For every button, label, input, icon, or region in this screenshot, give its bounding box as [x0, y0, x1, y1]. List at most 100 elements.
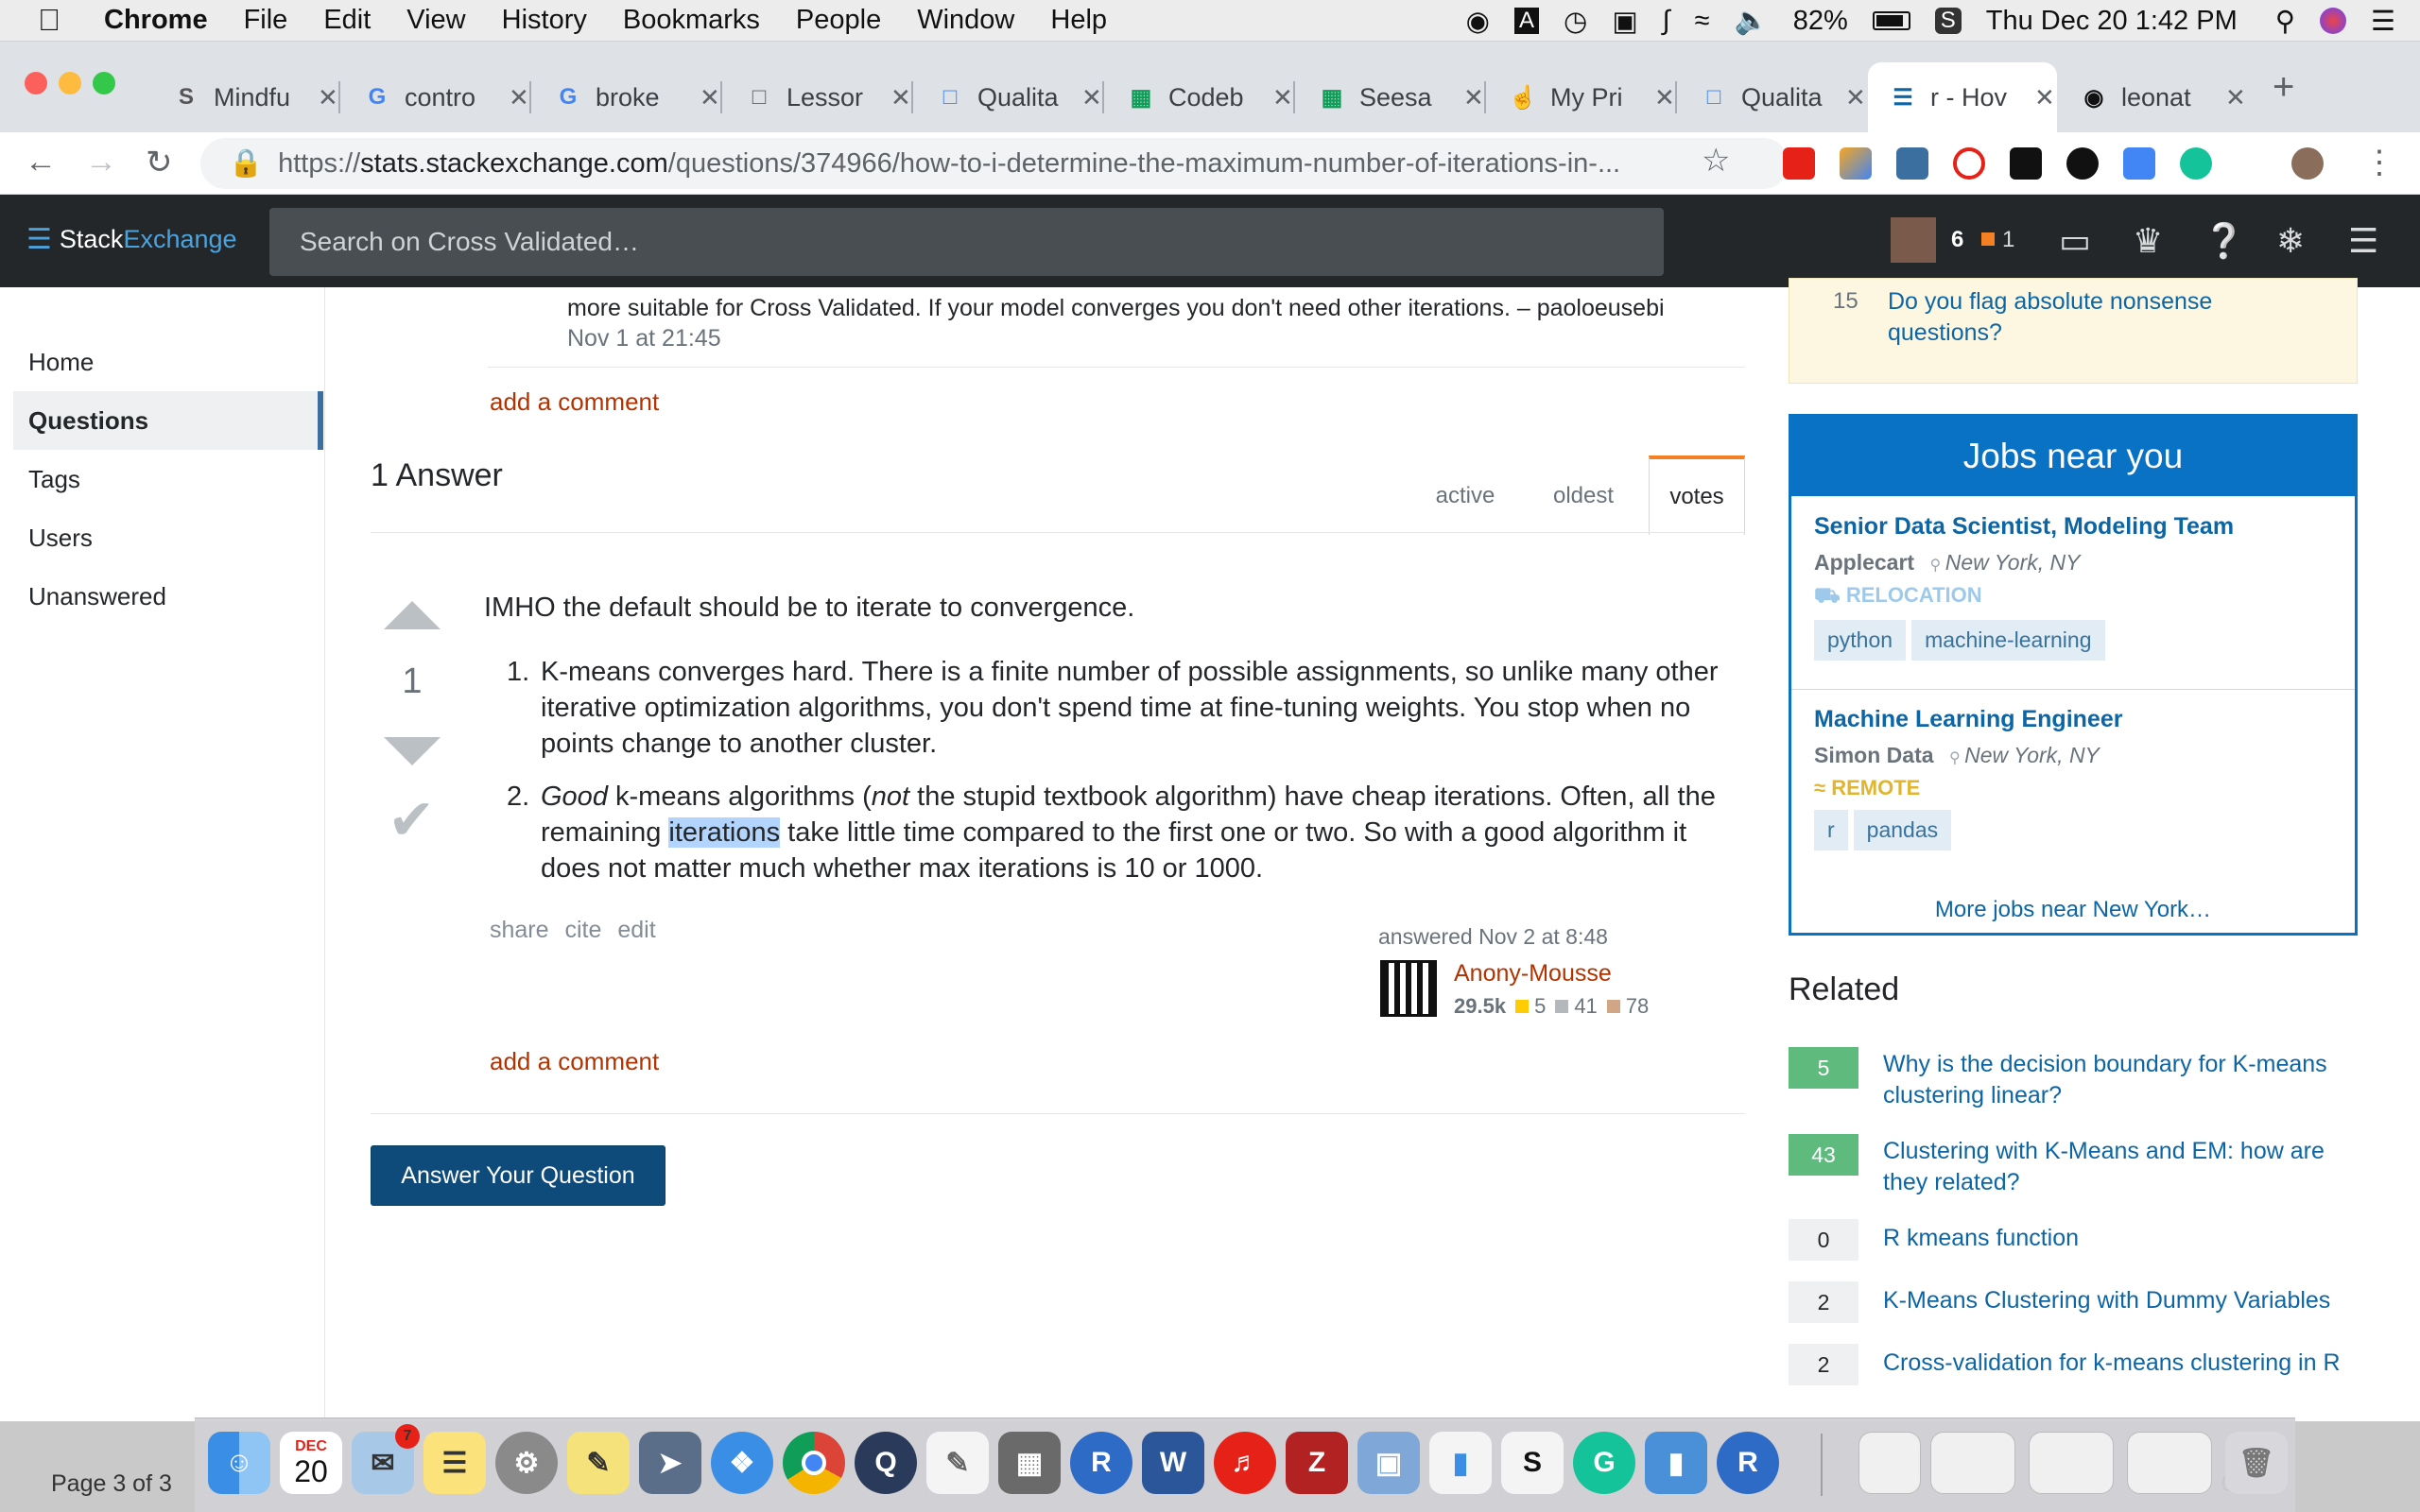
- rstudio-icon[interactable]: R: [1717, 1432, 1779, 1494]
- answer-add-comment-link[interactable]: add a comment: [490, 1047, 659, 1076]
- system-preferences-icon[interactable]: ⚙: [495, 1432, 558, 1494]
- tab-close-icon[interactable]: ✕: [1272, 83, 1293, 112]
- menu-bookmarks[interactable]: Bookmarks: [623, 5, 760, 36]
- related-link[interactable]: Clustering with K-Means and EM: how are …: [1883, 1136, 2375, 1198]
- tab-close-icon[interactable]: ✕: [890, 83, 911, 112]
- menu-people[interactable]: People: [796, 5, 881, 36]
- bookmark-star-icon[interactable]: ☆: [1702, 142, 1730, 180]
- siri-icon[interactable]: [2320, 8, 2346, 34]
- sort-tab-votes[interactable]: votes: [1649, 455, 1745, 535]
- safari-icon[interactable]: ❖: [711, 1432, 773, 1494]
- related-item[interactable]: 2 Cross-validation for k-means clusterin…: [1789, 1344, 2375, 1385]
- zoom-window-button[interactable]: [93, 72, 115, 94]
- stackexchange-logo[interactable]: ☰ Stack Exchange: [26, 223, 237, 256]
- numbers-chart-icon[interactable]: ▮: [1429, 1432, 1492, 1494]
- preview-icon[interactable]: ▣: [1357, 1432, 1420, 1494]
- docs-extension-icon[interactable]: [2123, 147, 2155, 180]
- grammarly-icon[interactable]: [2180, 147, 2212, 180]
- tab-8[interactable]: ☝ My Pri ✕: [1488, 62, 1677, 132]
- related-item[interactable]: 0 R kmeans function: [1789, 1219, 2375, 1261]
- menu-window[interactable]: Window: [917, 5, 1014, 36]
- related-item[interactable]: 5 Why is the decision boundary for K-mea…: [1789, 1047, 2375, 1113]
- meta-question-link[interactable]: Do you flag absolute nonsense questions?: [1888, 286, 2285, 349]
- review-queue-icon[interactable]: ❄: [2276, 221, 2305, 261]
- tab-close-icon[interactable]: ✕: [1463, 83, 1484, 112]
- related-item[interactable]: 43 Clustering with K-Means and EM: how a…: [1789, 1134, 2375, 1200]
- tab-close-icon[interactable]: ✕: [1845, 83, 1866, 112]
- new-tab-button[interactable]: +: [2273, 66, 2294, 109]
- youtube-extension-icon[interactable]: [1783, 147, 1815, 180]
- apple-icon[interactable]: : [38, 3, 60, 38]
- job-title-link[interactable]: Senior Data Scientist, Modeling Team: [1814, 513, 2343, 541]
- quicktime-icon[interactable]: Q: [855, 1432, 917, 1494]
- nav-tags[interactable]: Tags: [13, 450, 323, 508]
- back-arrow-icon[interactable]: ←: [25, 144, 57, 180]
- status-app-icon[interactable]: ▣: [1612, 5, 1637, 38]
- edit-link[interactable]: edit: [617, 917, 655, 943]
- tab-close-icon[interactable]: ✕: [1081, 83, 1102, 112]
- r-app-icon[interactable]: R: [1070, 1432, 1132, 1494]
- minimized-window-thumbnail[interactable]: [1858, 1432, 1921, 1494]
- extension-icon[interactable]: [1953, 147, 1985, 180]
- sort-tab-oldest[interactable]: oldest: [1531, 465, 1635, 527]
- comment-date[interactable]: Nov 1 at 21:45: [567, 325, 721, 352]
- nav-questions[interactable]: Questions: [13, 391, 323, 450]
- status-camera-icon[interactable]: ◉: [1466, 5, 1490, 38]
- volume-icon[interactable]: 🔈: [1735, 5, 1769, 37]
- trash-icon[interactable]: 🗑: [2225, 1432, 2288, 1494]
- site-switcher-icon[interactable]: ☰: [2348, 221, 2378, 261]
- nav-users[interactable]: Users: [13, 508, 323, 567]
- status-timemachine-icon[interactable]: ◷: [1564, 5, 1587, 38]
- minimized-window-thumbnail[interactable]: [2127, 1432, 2212, 1494]
- calculator-icon[interactable]: ▦: [998, 1432, 1061, 1494]
- tab-close-icon[interactable]: ✕: [2225, 83, 2246, 112]
- tab-close-icon[interactable]: ✕: [1654, 83, 1675, 112]
- tab-9[interactable]: □ Qualita ✕: [1679, 62, 1868, 132]
- battery-icon[interactable]: [1872, 11, 1910, 30]
- finder-icon[interactable]: ☺: [208, 1432, 270, 1494]
- extension-icon[interactable]: [1896, 147, 1928, 180]
- related-link[interactable]: Why is the decision boundary for K-means…: [1883, 1049, 2375, 1111]
- word-icon[interactable]: W: [1142, 1432, 1204, 1494]
- nav-unanswered[interactable]: Unanswered: [13, 567, 323, 626]
- address-bar[interactable]: 🔒 https://stats.stackexchange.com/questi…: [200, 138, 1789, 189]
- chrome-icon[interactable]: [783, 1432, 845, 1494]
- minimized-window-thumbnail[interactable]: [2029, 1432, 2114, 1494]
- tab-5[interactable]: □ Qualita ✕: [915, 62, 1104, 132]
- stickies-icon[interactable]: ✎: [567, 1432, 630, 1494]
- tab-4[interactable]: □ Lessor ✕: [724, 62, 913, 132]
- zotero-icon[interactable]: Z: [1286, 1432, 1348, 1494]
- keynote-icon[interactable]: ▮: [1645, 1432, 1707, 1494]
- tab-close-icon[interactable]: ✕: [318, 83, 338, 112]
- upvote-arrow-icon[interactable]: [384, 601, 441, 629]
- wifi-icon[interactable]: ≈: [1695, 6, 1710, 37]
- bluetooth-icon[interactable]: ∫: [1663, 6, 1670, 37]
- menu-app-name[interactable]: Chrome: [104, 5, 208, 36]
- tab-2[interactable]: Gcontro ✕: [342, 62, 531, 132]
- tab-close-icon[interactable]: ✕: [700, 83, 720, 112]
- calendar-icon[interactable]: DEC 20: [280, 1432, 342, 1494]
- help-icon[interactable]: ❔: [2203, 221, 2245, 261]
- menu-history[interactable]: History: [502, 5, 587, 36]
- site-search-input[interactable]: Search on Cross Validated…: [269, 208, 1664, 276]
- clock[interactable]: Thu Dec 20 1:42 PM: [1986, 6, 2238, 37]
- tab-close-icon[interactable]: ✕: [2034, 83, 2055, 112]
- related-link[interactable]: K-Means Clustering with Dummy Variables: [1883, 1285, 2375, 1316]
- extension-icon[interactable]: [2010, 147, 2042, 180]
- status-input-icon[interactable]: A: [1513, 8, 1539, 34]
- mail-icon[interactable]: ✉ 7: [352, 1424, 420, 1494]
- extension-icon[interactable]: [1840, 147, 1872, 180]
- answered-timestamp[interactable]: answered Nov 2 at 8:48: [1378, 924, 1608, 950]
- cite-link[interactable]: cite: [565, 917, 602, 943]
- achievements-trophy-icon[interactable]: ♛: [2133, 221, 2163, 261]
- user-name-link[interactable]: Anony-Mousse: [1454, 960, 1612, 988]
- forward-arrow-icon[interactable]: →: [85, 144, 117, 180]
- menu-help[interactable]: Help: [1050, 5, 1107, 36]
- job-tag[interactable]: pandas: [1853, 810, 1952, 850]
- spotlight-icon[interactable]: ⚲: [2275, 5, 2295, 38]
- extension-icon[interactable]: [2066, 147, 2099, 180]
- netease-music-icon[interactable]: ♬: [1214, 1432, 1276, 1494]
- job-tag[interactable]: r: [1814, 810, 1848, 850]
- nav-home[interactable]: Home: [13, 333, 323, 391]
- tab-7[interactable]: ▦ Seesa ✕: [1297, 62, 1486, 132]
